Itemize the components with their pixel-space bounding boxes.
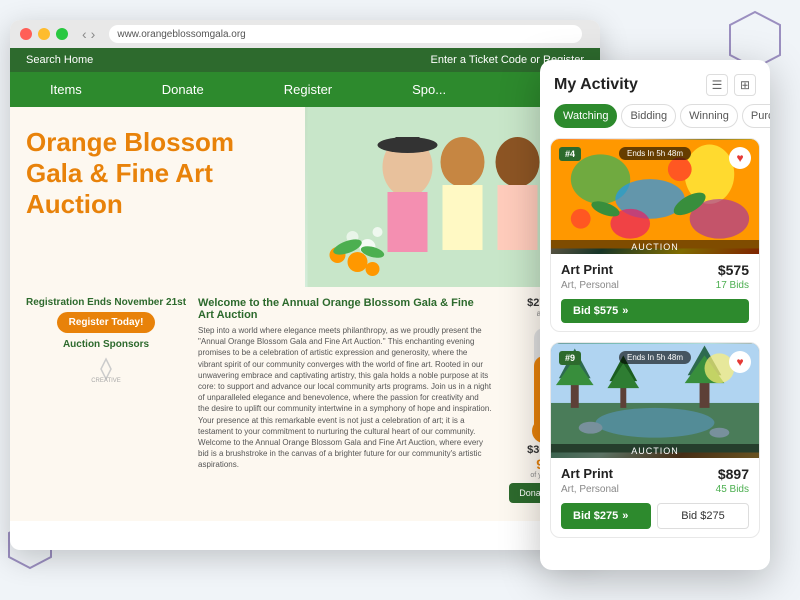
svg-text:CREATIVE: CREATIVE [91, 378, 121, 384]
card-1-title-row: Art Print $575 [561, 262, 749, 278]
welcome-title: Welcome to the Annual Orange Blossom Gal… [198, 297, 492, 321]
tab-purchases[interactable]: Purchases [742, 104, 770, 128]
card-1-heart-btn[interactable]: ♥ [729, 147, 751, 169]
main-content: Orange Blossom Gala & Fine Art Auction [10, 107, 600, 521]
browser-minimize-dot[interactable] [38, 28, 50, 40]
card-1-bids: 17 Bids [716, 280, 749, 291]
activity-tabs: Watching Bidding Winning Purchases [540, 104, 770, 128]
nav-item-donate[interactable]: Donate [122, 72, 244, 107]
card-1-bid-btn-label: Bid $575 [573, 305, 618, 317]
registration-title: Registration Ends November 21st [26, 297, 186, 308]
card-1-body: Art Print $575 Art, Personal 17 Bids Bid… [551, 254, 759, 331]
card-2-auction-label: Auction [551, 444, 759, 458]
card-2-bid-btn[interactable]: Bid $275 » [561, 503, 651, 529]
register-today-btn[interactable]: Register Today! [57, 312, 156, 333]
browser-maximize-dot[interactable] [56, 28, 68, 40]
card-image-2: #9 Ends In 5h 48m ♥ Auction [551, 343, 759, 458]
card-2-timer: Ends In 5h 48m [619, 351, 691, 364]
card-1-price: $575 [718, 262, 749, 278]
card-image-1: #4 Ends In 5h 48m ♥ Auction [551, 139, 759, 254]
card-1-bid-btn[interactable]: Bid $575 » [561, 299, 749, 323]
card-1-bid-arrows: » [622, 305, 628, 317]
hero-section: Orange Blossom Gala & Fine Art Auction [10, 107, 600, 287]
card-1-auction-label: Auction [551, 240, 759, 254]
grid-view-icon[interactable]: ⊞ [734, 74, 756, 96]
sponsors-title: Auction Sponsors [26, 339, 186, 350]
list-view-icon[interactable]: ☰ [706, 74, 728, 96]
auction-card-2: #9 Ends In 5h 48m ♥ Auction Art Print $8… [550, 342, 760, 538]
card-2-badge: #9 [559, 351, 581, 365]
card-2-body: Art Print $897 Art, Personal 45 Bids Bid… [551, 458, 759, 537]
sponsor-logo: CREATIVE [26, 354, 186, 386]
site-header-top: Search Home Enter a Ticket Code or Regis… [10, 48, 600, 72]
browser-address-bar[interactable]: www.orangeblossomgala.org [109, 25, 582, 43]
auction-card-1: #4 Ends In 5h 48m ♥ Auction Art Print $5… [550, 138, 760, 332]
card-2-bids: 45 Bids [716, 484, 749, 495]
card-1-timer: Ends In 5h 48m [619, 147, 691, 160]
registration-box: Registration Ends November 21st Register… [26, 297, 186, 503]
browser-close-dot[interactable] [20, 28, 32, 40]
hero-title: Orange Blossom Gala & Fine Art Auction [26, 127, 289, 221]
card-2-name: Art Print [561, 466, 613, 481]
browser-titlebar: ‹ › www.orangeblossomgala.org [10, 20, 600, 48]
nav-item-register[interactable]: Register [244, 72, 372, 107]
activity-panel-title: My Activity [554, 76, 638, 94]
browser-navigation: ‹ › [82, 26, 95, 42]
welcome-text-section: Welcome to the Annual Orange Blossom Gal… [198, 297, 492, 503]
site-navigation: Items Donate Register Spo... [10, 72, 600, 107]
hero-text: Orange Blossom Gala & Fine Art Auction [10, 107, 305, 287]
card-2-price: $897 [718, 466, 749, 482]
card-2-title-row: Art Print $897 [561, 466, 749, 482]
website-content: Search Home Enter a Ticket Code or Regis… [10, 48, 600, 550]
tab-watching[interactable]: Watching [554, 104, 617, 128]
info-section: Registration Ends November 21st Register… [10, 287, 600, 513]
card-2-bid-btn2[interactable]: Bid $275 [657, 503, 749, 529]
nav-item-sponsors[interactable]: Spo... [372, 72, 486, 107]
header-search-home[interactable]: Search Home [26, 54, 93, 66]
card-1-badge: #4 [559, 147, 581, 161]
sponsor-logo-svg: CREATIVE [86, 354, 126, 384]
card-2-subtitle: Art, Personal [561, 484, 619, 495]
card-1-name: Art Print [561, 262, 613, 277]
card-2-actions: Bid $275 » Bid $275 [561, 503, 749, 529]
card-2-bid-arrows: » [622, 510, 628, 522]
card-2-bid-btn-label: Bid $275 [573, 510, 618, 522]
activity-header: My Activity ☰ ⊞ [540, 60, 770, 104]
card-1-subtitle: Art, Personal [561, 280, 619, 291]
tab-bidding[interactable]: Bidding [621, 104, 676, 128]
browser-window: ‹ › www.orangeblossomgala.org Search Hom… [10, 20, 600, 550]
welcome-body: Step into a world where elegance meets p… [198, 325, 492, 470]
view-toggle-icons: ☰ ⊞ [706, 74, 756, 96]
activity-panel: My Activity ☰ ⊞ Watching Bidding Winning… [540, 60, 770, 570]
nav-item-items[interactable]: Items [10, 72, 122, 107]
browser-forward-btn[interactable]: › [91, 26, 96, 42]
browser-url: www.orangeblossomgala.org [117, 29, 245, 40]
tab-winning[interactable]: Winning [680, 104, 738, 128]
card-2-heart-btn[interactable]: ♥ [729, 351, 751, 373]
browser-back-btn[interactable]: ‹ [82, 26, 87, 42]
card-1-actions: Bid $575 » [561, 299, 749, 323]
